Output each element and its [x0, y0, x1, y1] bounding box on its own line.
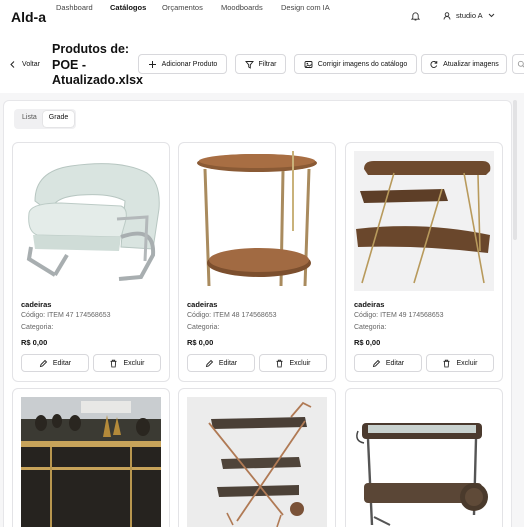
bell-icon[interactable]	[411, 11, 420, 21]
refresh-icon	[430, 60, 438, 68]
overflow-search-field[interactable]	[512, 54, 524, 74]
product-price: R$ 0,00	[354, 338, 381, 347]
user-icon	[443, 11, 451, 20]
delete-button[interactable]: Excluir	[93, 354, 161, 372]
add-product-button[interactable]: Adicionar Produto	[138, 54, 227, 74]
delete-label: Excluir	[123, 359, 145, 367]
page-title: Produtos de: POE - Atualizado.xlsx	[52, 42, 143, 87]
product-card[interactable]: cadeiras Código: ITEM 47 174568653 Categ…	[12, 142, 170, 382]
page-scrollbar[interactable]	[512, 100, 518, 527]
product-name: cadeiras	[187, 300, 218, 309]
nav-design-ia[interactable]: Design com IA	[281, 3, 330, 12]
refresh-images-label: Atualizar imagens	[443, 60, 499, 68]
search-icon	[517, 60, 524, 68]
product-image-armchair[interactable]	[21, 151, 161, 291]
chevron-left-icon	[10, 60, 15, 68]
app-logo[interactable]: Ald-a	[11, 9, 46, 25]
tab-list[interactable]: Lista	[16, 111, 43, 127]
product-card[interactable]	[345, 388, 503, 527]
edit-label: Editar	[385, 359, 405, 367]
fix-images-label: Corrigir imagens do catálogo	[317, 60, 408, 68]
view-toggle: Lista Grade	[14, 109, 77, 129]
product-image-tiered-trays[interactable]	[354, 151, 494, 291]
edit-label: Editar	[52, 359, 72, 367]
edit-button[interactable]: Editar	[21, 354, 89, 372]
back-button[interactable]: Voltar	[2, 54, 46, 74]
user-menu[interactable]: studio A	[443, 11, 495, 20]
product-card[interactable]: cadeiras Código: ITEM 49 174568653 Categ…	[345, 142, 503, 382]
nav-dashboard[interactable]: Dashboard	[56, 3, 93, 12]
trash-icon	[443, 359, 450, 367]
plus-icon	[148, 60, 156, 68]
product-code: Código: ITEM 48 174568653	[187, 312, 277, 319]
product-category: Categoria:	[354, 324, 387, 331]
refresh-images-button[interactable]: Atualizar imagens	[421, 54, 507, 74]
product-name: cadeiras	[354, 300, 385, 309]
product-image-bar-cart[interactable]	[187, 397, 327, 527]
pencil-icon	[39, 359, 47, 367]
nav-orcamentos[interactable]: Orçamentos	[162, 3, 203, 12]
filter-label: Filtrar	[258, 60, 277, 68]
filter-button[interactable]: Filtrar	[235, 54, 286, 74]
product-category: Categoria:	[21, 324, 54, 331]
filter-icon	[244, 60, 254, 69]
chevron-down-icon	[488, 13, 495, 18]
product-image-round-side-table[interactable]	[187, 151, 327, 291]
delete-button[interactable]: Excluir	[426, 354, 494, 372]
product-image-bar-display[interactable]	[21, 397, 161, 527]
product-card[interactable]: cadeiras Código: ITEM 48 174568653 Categ…	[178, 142, 336, 382]
delete-label: Excluir	[289, 359, 311, 367]
tab-grid[interactable]: Grade	[42, 111, 75, 127]
back-label: Voltar	[22, 60, 40, 68]
pencil-icon	[205, 359, 213, 367]
user-name: studio A	[456, 11, 483, 20]
product-code: Código: ITEM 49 174568653	[354, 312, 444, 319]
edit-button[interactable]: Editar	[354, 354, 422, 372]
edit-button[interactable]: Editar	[187, 354, 255, 372]
product-image-serving-cart[interactable]	[354, 397, 494, 527]
edit-label: Editar	[218, 359, 238, 367]
delete-label: Excluir	[456, 359, 478, 367]
product-category: Categoria:	[187, 324, 220, 331]
product-price: R$ 0,00	[21, 338, 48, 347]
product-price: R$ 0,00	[187, 338, 214, 347]
product-card[interactable]	[178, 388, 336, 527]
trash-icon	[276, 359, 283, 367]
fix-images-button[interactable]: Corrigir imagens do catálogo	[294, 54, 417, 74]
scrollbar-thumb[interactable]	[513, 100, 517, 240]
delete-button[interactable]: Excluir	[259, 354, 327, 372]
product-card[interactable]	[12, 388, 170, 527]
trash-icon	[110, 359, 117, 367]
add-product-label: Adicionar Produto	[161, 60, 218, 68]
page-toolbar: Voltar Produtos de: POE - Atualizado.xls…	[0, 38, 524, 93]
nav-catalogos[interactable]: Catálogos	[110, 3, 146, 12]
products-panel: Lista Grade cadeiras Código: ITEM 47 174…	[3, 100, 512, 527]
product-name: cadeiras	[21, 300, 52, 309]
pencil-icon	[372, 359, 380, 367]
product-code: Código: ITEM 47 174568653	[21, 312, 111, 319]
image-icon	[304, 60, 313, 68]
nav-moodboards[interactable]: Moodboards	[221, 3, 263, 12]
top-navigation: Ald-a Dashboard Catálogos Orçamentos Moo…	[0, 0, 524, 38]
